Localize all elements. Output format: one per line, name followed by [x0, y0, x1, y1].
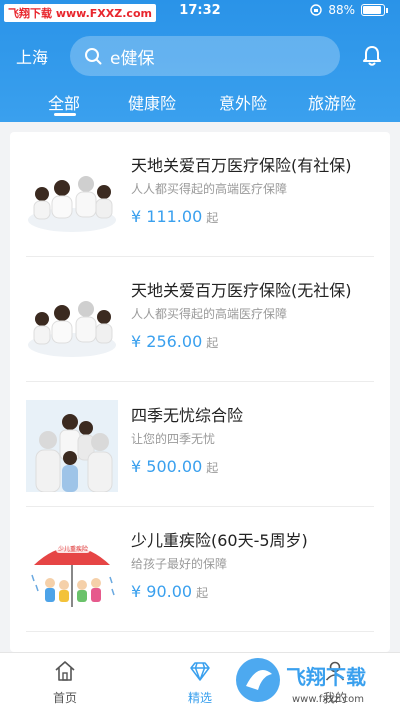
home-icon — [55, 661, 75, 681]
product-subtitle: 人人都买得起的高端医疗保障 — [131, 182, 288, 196]
product-subtitle: 人人都买得起的高端医疗保障 — [131, 307, 288, 321]
app-header: 飞翔下载 www.FXXZ.com 17:32 88% 上海 e健保 全部 健康… — [0, 0, 400, 122]
price-value: ¥ 111.00 — [131, 207, 203, 226]
product-price: ¥ 500.00 起 — [131, 457, 218, 476]
category-tabs: 全部 健康险 意外险 旅游险 — [0, 88, 400, 122]
umbrella-kids-thumbnail: 少儿重疾险 — [26, 525, 118, 617]
product-title: 天地关爱百万医疗保险(有社保) — [131, 156, 352, 175]
bell-icon[interactable] — [360, 44, 384, 68]
search-text: e健保 — [110, 48, 155, 69]
list-item[interactable]: 四季无忧综合险 让您的四季无忧 ¥ 500.00 起 — [10, 382, 390, 507]
search-icon — [85, 48, 102, 65]
product-title: 少儿重疾险(60天-5周岁) — [131, 531, 308, 550]
nav-home-label: 首页 — [52, 691, 77, 705]
brand-name: 飞翔下载 — [286, 665, 366, 689]
status-bar: 飞翔下载 www.FXXZ.com 17:32 88% — [0, 0, 400, 24]
price-suffix: 起 — [196, 586, 209, 600]
price-value: ¥ 90.00 — [131, 582, 193, 601]
list-item[interactable]: 天地关爱百万医疗保险(无社保) 人人都买得起的高端医疗保障 ¥ 256.00 起 — [10, 257, 390, 382]
city-selector[interactable]: 上海 — [16, 44, 48, 68]
battery-cap — [386, 7, 388, 13]
product-list: 天地关爱百万医疗保险(有社保) 人人都买得起的高端医疗保障 ¥ 111.00 起 … — [10, 132, 390, 652]
product-price: ¥ 111.00 起 — [131, 207, 218, 226]
price-suffix: 起 — [206, 461, 219, 475]
battery-percent: 88% — [328, 3, 355, 17]
product-subtitle: 让您的四季无忧 — [131, 432, 216, 446]
list-item[interactable]: 少儿重疾险 少儿重疾险(60天-5周岁) 给孩子最好的保障 ¥ 90.00 起 — [10, 507, 390, 632]
product-title: 天地关爱百万医疗保险(无社保) — [131, 281, 352, 300]
product-price: ¥ 256.00 起 — [131, 332, 218, 351]
tab-all[interactable]: 全部 — [48, 90, 80, 114]
price-value: ¥ 500.00 — [131, 457, 203, 476]
family-photo-thumbnail — [26, 400, 118, 492]
product-price: ¥ 90.00 起 — [131, 582, 208, 601]
product-subtitle: 给孩子最好的保障 — [131, 557, 228, 571]
thumbnail-label: 少儿重疾险 — [58, 545, 88, 553]
family-photo-thumbnail — [26, 150, 118, 242]
status-indicators: 88% — [310, 3, 388, 17]
price-value: ¥ 256.00 — [131, 332, 203, 351]
list-item[interactable]: 天地关爱百万医疗保险(有社保) 人人都买得起的高端医疗保障 ¥ 111.00 起 — [10, 132, 390, 257]
search-bar[interactable]: e健保 — [70, 36, 340, 76]
tab-health[interactable]: 健康险 — [128, 90, 176, 114]
rotation-lock-icon — [310, 4, 323, 16]
price-suffix: 起 — [206, 336, 219, 350]
family-photo-thumbnail — [26, 275, 118, 367]
brand-url: www.fxxz.com — [292, 694, 364, 705]
battery-icon — [361, 4, 385, 16]
active-tab-indicator — [54, 113, 76, 116]
product-title: 四季无忧综合险 — [131, 406, 244, 425]
tab-accident[interactable]: 意外险 — [219, 90, 267, 114]
divider — [26, 631, 374, 632]
tab-travel[interactable]: 旅游险 — [308, 90, 356, 114]
nav-home[interactable]: 首页 — [20, 653, 110, 710]
brand-watermark: 飞翔下载 www.fxxz.com — [236, 658, 366, 705]
price-suffix: 起 — [206, 211, 219, 225]
diamond-icon — [190, 662, 210, 681]
